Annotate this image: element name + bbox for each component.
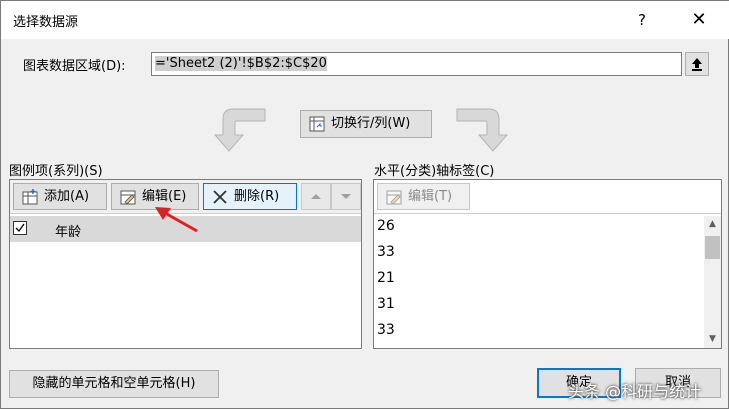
axis-label-item[interactable]: 33 bbox=[377, 322, 395, 338]
upload-arrow-icon bbox=[692, 58, 702, 71]
checkmark-icon bbox=[15, 223, 25, 233]
switch-row-column-label: 切换行/列(W) bbox=[331, 116, 411, 131]
annotation-arrow-icon bbox=[155, 207, 198, 233]
delete-series-label: 删除(R) bbox=[234, 189, 280, 204]
switch-row-column-button[interactable]: 切换行/列(W) bbox=[300, 110, 432, 138]
delete-series-button[interactable]: 删除(R) bbox=[203, 183, 297, 210]
scroll-up-chevron-icon[interactable]: ▲ bbox=[704, 216, 721, 233]
title-bar: 选择数据源 ? ✕ bbox=[1, 1, 729, 39]
edit-axis-labels-label: 编辑(T) bbox=[408, 189, 453, 204]
collapse-dialog-button[interactable] bbox=[685, 52, 709, 76]
axis-label-item[interactable]: 21 bbox=[377, 270, 395, 286]
help-button[interactable]: ? bbox=[625, 7, 659, 33]
edit-axis-labels-button[interactable]: 编辑(T) bbox=[377, 183, 470, 210]
series-name: 年龄 bbox=[55, 225, 82, 240]
triangle-up-icon bbox=[311, 194, 321, 199]
axis-label-item[interactable]: 33 bbox=[377, 244, 395, 260]
hidden-empty-cells-button[interactable]: 隐藏的单元格和空单元格(H) bbox=[9, 370, 219, 398]
edit-table-icon bbox=[120, 190, 136, 205]
axis-toolbar: 编辑(T) bbox=[374, 180, 721, 214]
legend-entries-label: 图例项(系列)(S) bbox=[9, 164, 103, 179]
delete-x-icon bbox=[213, 190, 227, 204]
move-up-button[interactable] bbox=[301, 183, 331, 210]
edit-table-icon bbox=[386, 190, 402, 205]
axis-labels-panel: 编辑(T) 26 33 21 31 33 ▲ ▼ bbox=[373, 179, 722, 349]
triangle-down-icon bbox=[341, 194, 351, 199]
dialog-title: 选择数据源 bbox=[13, 15, 79, 30]
curved-arrow-left-icon bbox=[213, 108, 266, 152]
axis-list-scrollbar[interactable]: ▲ ▼ bbox=[704, 216, 721, 348]
add-series-label: 添加(A) bbox=[44, 189, 90, 204]
move-down-button[interactable] bbox=[331, 183, 361, 210]
axis-labels-label: 水平(分类)轴标签(C) bbox=[374, 164, 495, 179]
axis-label-item[interactable]: 31 bbox=[377, 296, 395, 312]
add-table-icon bbox=[22, 189, 38, 205]
axis-label-item[interactable]: 26 bbox=[377, 218, 395, 234]
watermark-text: 头条 @科研与统计 bbox=[568, 382, 702, 401]
curved-arrow-right-icon bbox=[456, 108, 509, 152]
scrollbar-thumb[interactable] bbox=[705, 236, 720, 259]
chart-data-range-label: 图表数据区域(D): bbox=[23, 59, 126, 74]
close-button[interactable]: ✕ bbox=[681, 7, 717, 33]
switch-row-column-icon bbox=[309, 116, 325, 132]
scroll-down-chevron-icon[interactable]: ▼ bbox=[704, 331, 721, 348]
select-data-source-dialog: 选择数据源 ? ✕ 图表数据区域(D): ='Sheet2 (2)'!$B$2:… bbox=[0, 0, 729, 409]
range-value: ='Sheet2 (2)'!$B$2:$C$20 bbox=[155, 56, 327, 71]
chart-data-range-input[interactable]: ='Sheet2 (2)'!$B$2:$C$20 bbox=[151, 52, 682, 76]
series-checkbox[interactable] bbox=[13, 221, 27, 235]
add-series-button[interactable]: 添加(A) bbox=[13, 183, 107, 210]
